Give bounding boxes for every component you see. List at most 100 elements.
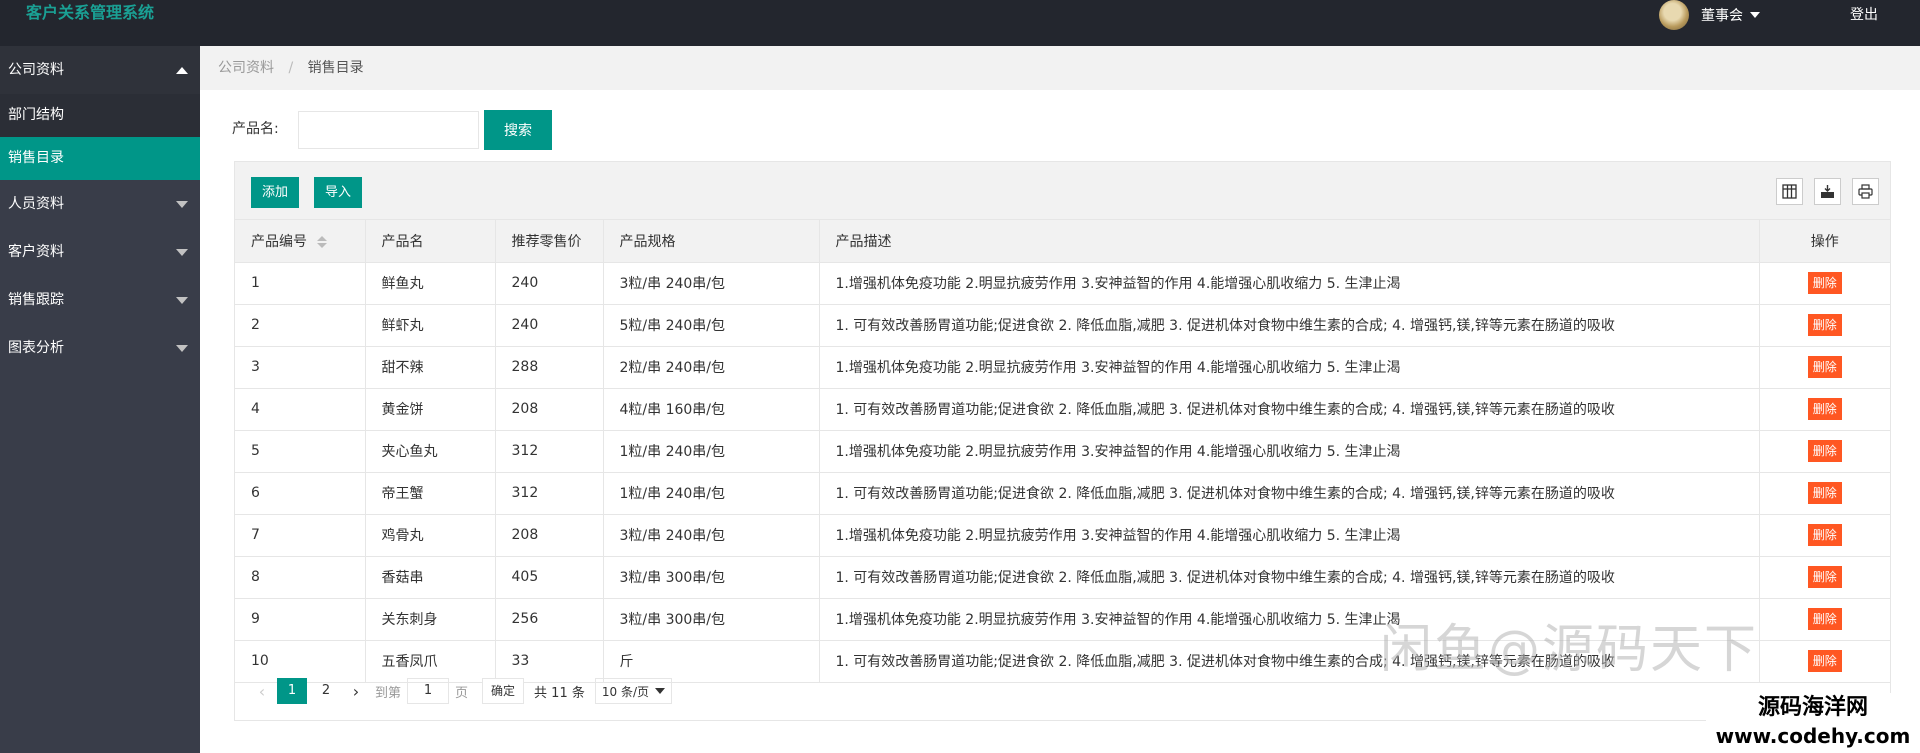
sidebar-subitem-departments[interactable]: 部门结构 [0, 94, 200, 137]
search-input[interactable] [298, 111, 479, 149]
delete-button[interactable]: 删除 [1807, 272, 1842, 294]
table-row[interactable]: 5 夹心鱼丸 312 1粒/串 240串/包 1.增强机体免疫功能 2.明显抗疲劳作用 … [235, 430, 1890, 473]
total-count: 共 11 条 [534, 685, 585, 701]
goto-page-input[interactable]: 1 [407, 678, 450, 704]
cell-name: 鲜虾丸 [365, 304, 496, 347]
delete-button[interactable]: 删除 [1807, 482, 1842, 504]
cell-id: 7 [235, 514, 366, 557]
cell-name: 甜不辣 [365, 346, 496, 389]
table-row[interactable]: 2 鲜虾丸 240 5粒/串 240串/包 1. 可有效改善肠胃道功能;促进食欲 2. … [235, 304, 1890, 347]
sidebar-item-label: 图表分析 [8, 340, 64, 356]
cell-description: 1. 可有效改善肠胃道功能;促进食欲 2. 降低血脂,减肥 3. 促进机体对食物… [819, 556, 1760, 599]
table-row[interactable]: 3 甜不辣 288 2粒/串 240串/包 1.增强机体免疫功能 2.明显抗疲劳作用 3… [235, 346, 1890, 389]
search-button[interactable]: 搜索 [484, 110, 552, 150]
cell-actions: 删除 [1759, 556, 1890, 599]
sidebar-item-staff[interactable]: 人员资料 [0, 180, 200, 228]
delete-button[interactable]: 删除 [1807, 566, 1842, 588]
cell-id: 3 [235, 346, 366, 389]
table-row[interactable]: 9 关东刺身 256 3粒/串 300串/包 1.增强机体免疫功能 2.明显抗疲劳作用 … [235, 598, 1890, 641]
delete-button[interactable]: 删除 [1807, 524, 1842, 546]
sidebar-item-company[interactable]: 公司资料 [0, 46, 200, 94]
columns-icon[interactable] [1776, 178, 1803, 205]
column-header-spec: 产品规格 [603, 220, 820, 263]
table-row[interactable]: 7 鸡骨丸 208 3粒/串 240串/包 1.增强机体免疫功能 2.明显抗疲劳作用 3… [235, 514, 1890, 557]
chevron-down-icon [176, 249, 188, 256]
cell-description: 1. 可有效改善肠胃道功能;促进食欲 2. 降低血脂,减肥 3. 促进机体对食物… [819, 388, 1760, 431]
table-row[interactable]: 4 黄金饼 208 4粒/串 160串/包 1. 可有效改善肠胃道功能;促进食欲 2. … [235, 388, 1890, 431]
breadcrumb-current: 销售目录 [307, 60, 364, 76]
prev-page-icon[interactable]: ‹ [249, 678, 275, 704]
delete-button[interactable]: 删除 [1807, 440, 1842, 462]
chevron-down-icon [655, 688, 665, 694]
table-row[interactable]: 1 鲜鱼丸 240 3粒/串 240串/包 1.增强机体免疫功能 2.明显抗疲劳作用 3… [235, 262, 1890, 305]
column-header-label: 产品编号 [251, 233, 307, 250]
page-unit-label: 页 [455, 685, 469, 701]
sort-icon[interactable] [317, 235, 327, 248]
sidebar-item-sales-tracking[interactable]: 销售跟踪 [0, 276, 200, 324]
next-page-icon[interactable]: › [343, 678, 369, 704]
cell-actions: 删除 [1759, 262, 1890, 305]
sidebar-item-label: 销售跟踪 [8, 292, 64, 308]
add-button[interactable]: 添加 [251, 177, 300, 208]
user-name[interactable]: 董事会 [1701, 5, 1743, 25]
sidebar-item-charts[interactable]: 图表分析 [0, 324, 200, 372]
cell-price: 312 [495, 472, 604, 515]
import-button[interactable]: 导入 [314, 177, 363, 208]
cell-actions: 删除 [1759, 346, 1890, 389]
data-table-panel: 添加 导入 产品编号 产品名 推荐零售价 产品规格 产品描述 操作 1 鲜鱼丸 24… [234, 161, 1891, 721]
page-2-button[interactable]: 2 [311, 678, 341, 704]
cell-spec: 2粒/串 240串/包 [603, 346, 820, 389]
export-icon[interactable] [1814, 178, 1841, 205]
cell-actions: 删除 [1759, 598, 1890, 641]
sidebar: 公司资料 部门结构 销售目录 人员资料 客户资料 销售跟踪 图表分析 [0, 46, 200, 753]
sidebar-item-customers[interactable]: 客户资料 [0, 228, 200, 276]
chevron-down-icon[interactable] [1750, 12, 1760, 18]
cell-price: 288 [495, 346, 604, 389]
goto-confirm-button[interactable]: 确定 [482, 678, 525, 704]
delete-button[interactable]: 删除 [1807, 398, 1842, 420]
cell-name: 黄金饼 [365, 388, 496, 431]
table-row[interactable]: 6 帝王蟹 312 1粒/串 240串/包 1. 可有效改善肠胃道功能;促进食欲 2. … [235, 472, 1890, 515]
avatar[interactable] [1659, 0, 1689, 30]
cell-id: 1 [235, 262, 366, 305]
table-toolbar: 添加 导入 [235, 162, 1890, 220]
pagination: ‹ 1 2 › 到第 1 页 确定 共 11 条 10 条/页 [235, 662, 1890, 720]
table-header-row: 产品编号 产品名 推荐零售价 产品规格 产品描述 操作 [235, 220, 1890, 263]
cell-description: 1.增强机体免疫功能 2.明显抗疲劳作用 3.安神益智的作用 4.能增强心肌收缩… [819, 430, 1760, 473]
page-size-select[interactable]: 10 条/页 [594, 678, 672, 704]
app-logo: 客户关系管理系统 [26, 3, 155, 22]
table-row[interactable]: 8 香菇串 405 3粒/串 300串/包 1. 可有效改善肠胃道功能;促进食欲 2. … [235, 556, 1890, 599]
column-header-description: 产品描述 [819, 220, 1760, 263]
cell-id: 9 [235, 598, 366, 641]
page-1-button[interactable]: 1 [277, 678, 307, 704]
delete-button[interactable]: 删除 [1807, 356, 1842, 378]
cell-spec: 4粒/串 160串/包 [603, 388, 820, 431]
chevron-up-icon [176, 67, 188, 74]
watermark-badge-url: www.codehy.com [1715, 724, 1911, 748]
cell-description: 1.增强机体免疫功能 2.明显抗疲劳作用 3.安神益智的作用 4.能增强心肌收缩… [819, 262, 1760, 305]
cell-actions: 删除 [1759, 430, 1890, 473]
user-menu[interactable]: 董事会 [1659, 0, 1760, 30]
table-body: 1 鲜鱼丸 240 3粒/串 240串/包 1.增强机体免疫功能 2.明显抗疲劳作用 3… [235, 262, 1890, 683]
delete-button[interactable]: 删除 [1807, 608, 1842, 630]
delete-button[interactable]: 删除 [1807, 314, 1842, 336]
column-header-price: 推荐零售价 [495, 220, 604, 263]
logout-link[interactable]: 登出 [1850, 0, 1878, 30]
cell-spec: 3粒/串 300串/包 [603, 556, 820, 599]
watermark-badge: 源码海洋网 www.codehy.com [1706, 693, 1920, 753]
print-icon[interactable] [1852, 178, 1879, 205]
cell-description: 1. 可有效改善肠胃道功能;促进食欲 2. 降低血脂,减肥 3. 促进机体对食物… [819, 472, 1760, 515]
cell-description: 1.增强机体免疫功能 2.明显抗疲劳作用 3.安神益智的作用 4.能增强心肌收缩… [819, 598, 1760, 641]
cell-id: 8 [235, 556, 366, 599]
chevron-down-icon [176, 201, 188, 208]
cell-description: 1. 可有效改善肠胃道功能;促进食欲 2. 降低血脂,减肥 3. 促进机体对食物… [819, 304, 1760, 347]
cell-spec: 1粒/串 240串/包 [603, 430, 820, 473]
cell-name: 帝王蟹 [365, 472, 496, 515]
cell-spec: 1粒/串 240串/包 [603, 472, 820, 515]
breadcrumb-parent[interactable]: 公司资料 [218, 60, 274, 76]
sidebar-subitem-sales-catalog[interactable]: 销售目录 [0, 137, 200, 180]
top-header: 客户关系管理系统 董事会 登出 [0, 0, 1920, 46]
cell-price: 256 [495, 598, 604, 641]
column-header-id[interactable]: 产品编号 [235, 220, 366, 263]
cell-price: 240 [495, 304, 604, 347]
